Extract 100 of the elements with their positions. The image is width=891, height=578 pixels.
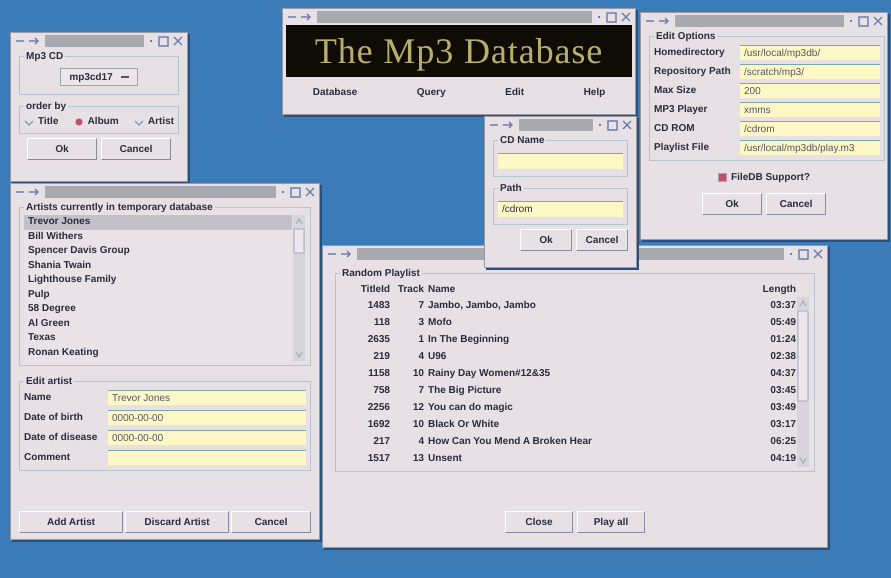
- window-menu-icon[interactable]: [489, 121, 515, 129]
- table-cell-text: 219: [372, 350, 390, 364]
- dialog-button[interactable]: Cancel: [576, 229, 628, 251]
- close-icon[interactable]: [621, 12, 631, 22]
- table-cell-text: 1: [417, 333, 424, 347]
- maximize-icon[interactable]: [158, 36, 169, 46]
- artist-item[interactable]: Shania Twain: [24, 258, 292, 273]
- close-icon[interactable]: [813, 249, 823, 259]
- input-field[interactable]: /usr/local/mp3db/play.m3: [740, 140, 880, 155]
- input-field[interactable]: 200: [740, 83, 880, 98]
- window-menu-icon[interactable]: [15, 37, 41, 45]
- table-cell-text: 12: [412, 401, 424, 415]
- group-label: Edit artist: [25, 375, 74, 389]
- table-cell-text: 758: [372, 384, 390, 398]
- table-cell-text: 118: [372, 316, 390, 330]
- close-icon[interactable]: [622, 120, 632, 130]
- dialog-button[interactable]: Cancel: [766, 193, 826, 215]
- field-label: CD ROM: [654, 122, 696, 136]
- input-field[interactable]: /usr/local/mp3db/: [740, 45, 880, 60]
- field-label: Date of birth: [24, 411, 84, 425]
- maximize-icon[interactable]: [798, 248, 809, 260]
- field-label: Date of disease: [24, 431, 98, 445]
- table-cell-text: How Can You Mend A Broken Hear: [428, 435, 593, 449]
- banner-title: The Mp3 Database: [314, 33, 604, 69]
- artist-item[interactable]: Ronan Keating: [24, 346, 292, 360]
- scrollbar[interactable]: [796, 297, 810, 467]
- artist-item[interactable]: Pulp: [24, 288, 292, 302]
- window-menu-icon[interactable]: [15, 188, 41, 196]
- table-cell-text: 05:49: [769, 316, 796, 330]
- window-menu-icon[interactable]: [327, 250, 353, 258]
- table-cell-text: 4: [417, 350, 424, 364]
- table-cell-text: 03:49: [769, 401, 796, 415]
- close-icon[interactable]: [173, 36, 183, 46]
- table-cell-text: 1483: [366, 299, 390, 313]
- table-cell-text: 01:24: [769, 333, 796, 347]
- dialog-button[interactable]: Cancel: [101, 138, 171, 160]
- checkbox[interactable]: [718, 172, 728, 182]
- maximize-icon[interactable]: [290, 186, 301, 198]
- table-cell-text: In The Beginning: [428, 333, 510, 347]
- group-label: Edit Options: [655, 30, 716, 44]
- artist-item[interactable]: Trevor Jones: [24, 215, 292, 230]
- field-label: Playlist File: [654, 141, 710, 155]
- table-cell-text: You can do magic: [428, 401, 514, 415]
- table-cell-text: Black Or White: [428, 418, 500, 432]
- input-field[interactable]: Trevor Jones: [108, 390, 306, 405]
- menu-item[interactable]: Query: [416, 84, 446, 100]
- table-cell-text: U96: [428, 350, 448, 364]
- table-cell-text: 217: [372, 435, 390, 449]
- input-field[interactable]: [498, 153, 623, 169]
- table-cell-text: The Big Picture: [428, 384, 502, 398]
- artist-item[interactable]: Lighthouse Family: [24, 273, 292, 288]
- table-cell-text: 04:37: [769, 367, 796, 381]
- column-header: Name: [428, 282, 456, 296]
- group-label: Path: [499, 182, 523, 196]
- group-label: Mp3 CD: [25, 50, 64, 64]
- dialog-button[interactable]: Ok: [702, 193, 762, 215]
- input-field[interactable]: xmms: [740, 102, 880, 117]
- table-cell-text: 1692: [366, 418, 390, 432]
- field-label: MP3 Player: [654, 103, 708, 117]
- table-cell-text: Mofo: [428, 316, 453, 330]
- window-menu-icon[interactable]: [287, 13, 313, 21]
- radio-button[interactable]: [74, 116, 84, 126]
- maximize-icon[interactable]: [607, 120, 618, 130]
- group-label: order by: [25, 100, 68, 114]
- dialog-button[interactable]: Add Artist: [19, 511, 123, 533]
- window-menu-icon[interactable]: [645, 17, 671, 25]
- menu-item[interactable]: Help: [584, 84, 606, 100]
- close-icon[interactable]: [873, 16, 883, 26]
- table-cell-text: 10: [412, 418, 424, 432]
- scrollbar[interactable]: [292, 215, 306, 361]
- dialog-button[interactable]: Discard Artist: [125, 511, 229, 533]
- dialog-button[interactable]: Ok: [27, 138, 97, 160]
- input-field[interactable]: [108, 450, 306, 465]
- table-cell-text: 06:25: [769, 435, 796, 449]
- table-cell-text: 1158: [367, 367, 390, 381]
- menu-item[interactable]: Edit: [505, 84, 524, 100]
- artist-item[interactable]: Spencer Davis Group: [24, 244, 292, 258]
- artist-item[interactable]: 58 Degree: [24, 302, 292, 316]
- radio-label: Album: [88, 115, 119, 129]
- artist-item[interactable]: Texas: [24, 331, 292, 346]
- input-field[interactable]: /scratch/mp3/: [740, 64, 880, 79]
- maximize-icon[interactable]: [606, 12, 617, 22]
- cd-dropdown[interactable]: mp3cd17: [60, 68, 138, 86]
- field-label: Comment: [24, 451, 72, 465]
- input-field[interactable]: /cdrom: [740, 121, 880, 136]
- dialog-button[interactable]: Cancel: [231, 511, 311, 533]
- artist-item[interactable]: Al Green: [24, 316, 292, 331]
- artist-item[interactable]: Bill Withers: [24, 230, 292, 244]
- close-icon[interactable]: [305, 187, 315, 197]
- input-field[interactable]: 0000-00-00: [108, 410, 306, 425]
- menu-item[interactable]: Database: [312, 84, 358, 100]
- dialog-button[interactable]: Ok: [520, 229, 572, 251]
- dialog-button[interactable]: Play all: [577, 511, 645, 533]
- table-cell-text: Rainy Day Women#12&35: [428, 367, 552, 381]
- dialog-button[interactable]: Close: [505, 511, 573, 533]
- group-label: Random Playlist: [341, 267, 421, 281]
- input-field[interactable]: /cdrom: [498, 201, 623, 217]
- input-field[interactable]: 0000-00-00: [108, 430, 306, 445]
- maximize-icon[interactable]: [858, 16, 869, 26]
- table-cell-text: Jambo, Jambo, Jambo: [428, 299, 537, 313]
